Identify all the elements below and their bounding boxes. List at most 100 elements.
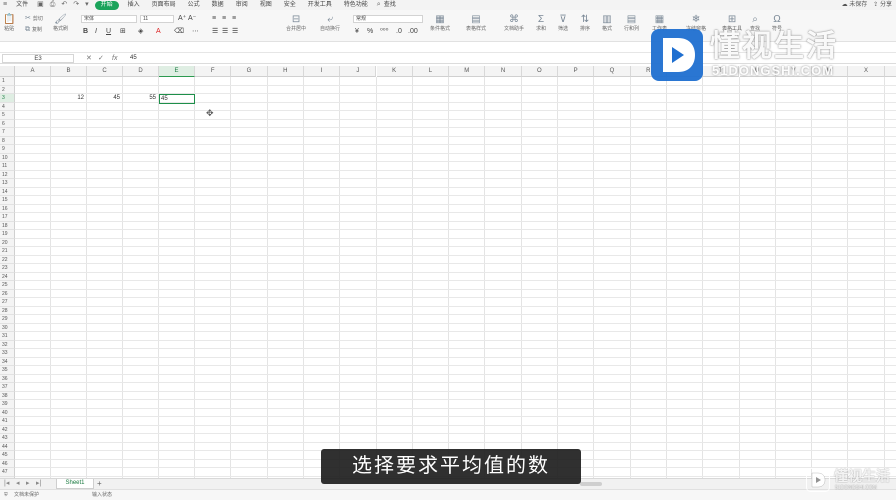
sheet-nav-first-icon[interactable]: |◂ xyxy=(4,479,9,489)
percent-icon[interactable]: % xyxy=(367,28,373,36)
column-header-o[interactable]: O xyxy=(521,66,558,77)
font-grow-icon[interactable]: A⁺ xyxy=(178,15,186,23)
cell-style-button[interactable]: ▤ 表格样式 xyxy=(466,14,486,33)
row-header-35[interactable]: 35 xyxy=(0,366,15,375)
doc-assistant-button[interactable]: ⌘ 文档助手 xyxy=(504,14,524,33)
decrease-decimal-icon[interactable]: .00 xyxy=(408,28,418,36)
align-right-icon[interactable]: ☰ xyxy=(232,28,238,36)
name-box[interactable]: E3 xyxy=(2,54,74,63)
align-top-icon[interactable]: ≡ xyxy=(212,15,216,23)
row-header-36[interactable]: 36 xyxy=(0,374,15,383)
align-middle-icon[interactable]: ≡ xyxy=(222,15,226,23)
italic-button[interactable]: I xyxy=(95,28,97,36)
underline-button[interactable]: U xyxy=(106,28,111,36)
row-header-42[interactable]: 42 xyxy=(0,425,15,434)
column-header-i[interactable]: I xyxy=(303,66,341,77)
row-header-43[interactable]: 43 xyxy=(0,434,15,443)
column-header-g[interactable]: G xyxy=(231,66,268,77)
column-header-n[interactable]: N xyxy=(485,66,522,77)
row-header-11[interactable]: 11 xyxy=(0,162,15,171)
row-header-32[interactable]: 32 xyxy=(0,340,15,349)
cell-b3[interactable]: 12 xyxy=(51,94,84,103)
row-header-28[interactable]: 28 xyxy=(0,306,15,315)
cancel-icon[interactable]: ✕ xyxy=(86,54,92,63)
row-col-button[interactable]: ▤ 行和列 xyxy=(624,14,639,33)
save-icon[interactable]: ▣ xyxy=(34,0,47,10)
tab-security[interactable]: 安全 xyxy=(278,0,302,10)
select-all-corner[interactable] xyxy=(0,66,15,77)
sum-button[interactable]: Σ 求和 xyxy=(536,14,546,33)
tab-data[interactable]: 数据 xyxy=(206,0,230,10)
row-header-39[interactable]: 39 xyxy=(0,400,15,409)
menu-file[interactable]: 文件 xyxy=(10,0,34,10)
sheet-tab-sheet1[interactable]: Sheet1 xyxy=(56,479,94,489)
column-header-f[interactable]: F xyxy=(195,66,232,77)
row-header-41[interactable]: 41 xyxy=(0,417,15,426)
font-color-icon[interactable]: A xyxy=(156,28,161,36)
font-name-select[interactable]: 宋体 xyxy=(81,15,137,23)
paste-button[interactable]: 📋 粘贴 xyxy=(3,14,15,33)
search-icon[interactable]: ⌕ xyxy=(374,0,384,10)
row-header-33[interactable]: 33 xyxy=(0,349,15,358)
redo-icon[interactable]: ↷ xyxy=(70,0,82,10)
row-header-46[interactable]: 46 xyxy=(0,459,15,468)
column-header-b[interactable]: B xyxy=(51,66,87,77)
row-header-31[interactable]: 31 xyxy=(0,332,15,341)
fx-icon[interactable]: fx xyxy=(112,54,117,63)
row-header-37[interactable]: 37 xyxy=(0,383,15,392)
undo-icon[interactable]: ↶ xyxy=(58,0,70,10)
format-button[interactable]: ▥ 格式 xyxy=(602,14,612,33)
tab-page-layout[interactable]: 页面布局 xyxy=(146,0,182,10)
row-header-30[interactable]: 30 xyxy=(0,323,15,332)
column-header-a[interactable]: A xyxy=(15,66,51,77)
row-header-27[interactable]: 27 xyxy=(0,298,15,307)
sort-button[interactable]: ⇅ 排序 xyxy=(580,14,590,33)
row-header-17[interactable]: 17 xyxy=(0,213,15,222)
row-header-34[interactable]: 34 xyxy=(0,357,15,366)
thousands-icon[interactable]: ⁰⁰⁰ xyxy=(380,28,388,36)
search-button[interactable]: 查找 xyxy=(384,0,402,10)
row-header-4[interactable]: 4 xyxy=(0,102,15,111)
column-header-x[interactable]: X xyxy=(848,66,885,77)
protect-status[interactable]: 文档未保护 xyxy=(14,490,39,500)
row-header-7[interactable]: 7 xyxy=(0,128,15,137)
cut-button[interactable]: ✂ 剪切 xyxy=(25,15,43,23)
conditional-format-button[interactable]: ▦ 条件格式 xyxy=(430,14,450,33)
horizontal-scrollbar[interactable] xyxy=(580,482,602,486)
row-header-16[interactable]: 16 xyxy=(0,204,15,213)
dropdown-icon[interactable]: ▾ xyxy=(82,0,92,10)
row-header-40[interactable]: 40 xyxy=(0,408,15,417)
confirm-icon[interactable]: ✓ xyxy=(98,54,104,63)
align-center-icon[interactable]: ☰ xyxy=(222,28,228,36)
tab-review[interactable]: 审阅 xyxy=(230,0,254,10)
number-format-select[interactable]: 常规 xyxy=(353,15,423,23)
row-header-8[interactable]: 8 xyxy=(0,136,15,145)
print-icon[interactable]: ⎙ xyxy=(47,0,59,10)
filter-button[interactable]: ⊽ 筛选 xyxy=(558,14,568,33)
unsaved-status[interactable]: ☁ 未保存 xyxy=(842,0,868,10)
column-header-m[interactable]: M xyxy=(449,66,486,77)
active-cell-e3[interactable]: 45 xyxy=(159,93,195,104)
row-header-6[interactable]: 6 xyxy=(0,119,15,128)
row-header-24[interactable]: 24 xyxy=(0,272,15,281)
row-header-45[interactable]: 45 xyxy=(0,451,15,460)
row-header-22[interactable]: 22 xyxy=(0,255,15,264)
row-header-2[interactable]: 2 xyxy=(0,85,15,94)
row-header-38[interactable]: 38 xyxy=(0,391,15,400)
share-button[interactable]: ⇪ 分享 xyxy=(873,0,892,10)
clear-format-icon[interactable]: ⌫ xyxy=(174,28,184,36)
column-header-h[interactable]: H xyxy=(267,66,304,77)
format-painter-button[interactable]: 🖌 格式刷 xyxy=(53,14,68,33)
merge-center-button[interactable]: ⊟ 合并居中 xyxy=(286,14,306,33)
column-header-e[interactable]: E xyxy=(159,66,195,77)
column-header-j[interactable]: J xyxy=(340,66,377,77)
currency-icon[interactable]: ¥ xyxy=(355,28,359,36)
border-icon[interactable]: ⊞ xyxy=(120,28,126,36)
row-header-19[interactable]: 19 xyxy=(0,230,15,239)
row-header-1[interactable]: 1 xyxy=(0,77,15,86)
sheet-nav-next-icon[interactable]: ▸ xyxy=(26,479,30,489)
tab-view[interactable]: 视图 xyxy=(254,0,278,10)
cell-c3[interactable]: 45 xyxy=(87,94,120,103)
row-header-23[interactable]: 23 xyxy=(0,264,15,273)
align-bottom-icon[interactable]: ≡ xyxy=(232,15,236,23)
